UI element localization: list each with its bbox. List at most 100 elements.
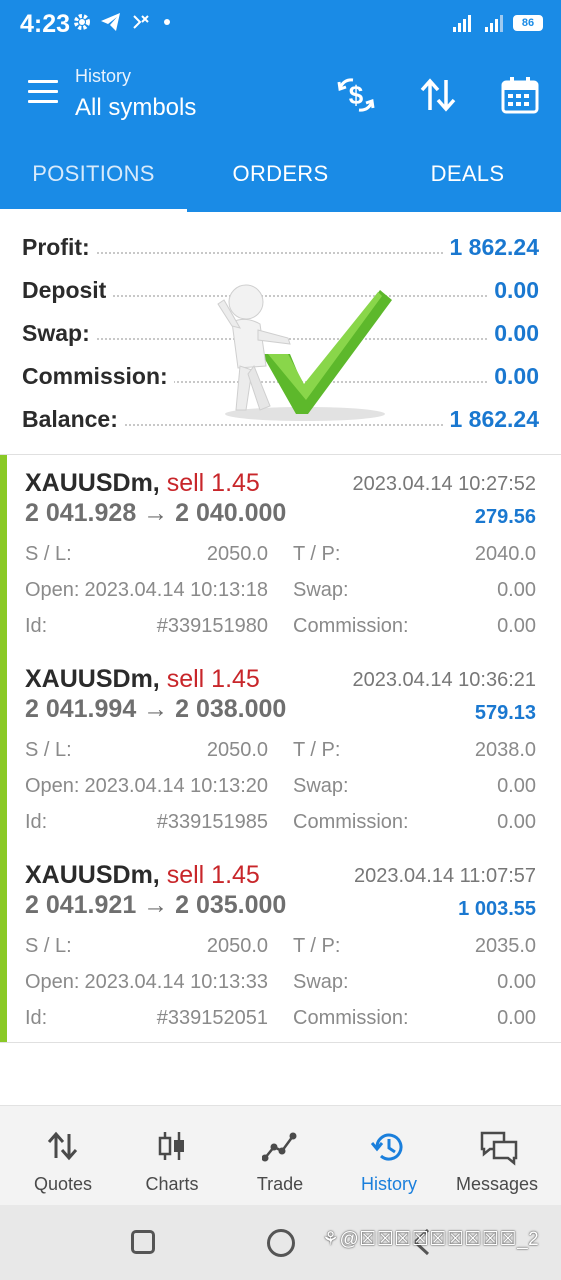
divider [0, 1042, 561, 1043]
position-item[interactable]: XAUUSDm, sell 1.45 2023.04.14 11:07:57 2… [0, 847, 561, 1043]
id-label: Id: [25, 1007, 48, 1029]
nav-history[interactable]: History [333, 1106, 445, 1206]
nav-label: Quotes [33, 1174, 93, 1194]
status-system-icons: 86 [451, 13, 543, 33]
position-close-time: 2023.04.14 10:36:21 [352, 669, 536, 691]
symbol-filter[interactable]: All symbols [75, 94, 196, 122]
position-indicator [0, 847, 7, 1043]
position-prices: 2 041.928 → 2 040.000 [25, 499, 287, 527]
nav-charts[interactable]: Charts [116, 1106, 228, 1206]
exness-icon [133, 15, 149, 29]
tab-positions[interactable]: POSITIONS [0, 136, 187, 212]
position-item[interactable]: XAUUSDm, sell 1.45 2023.04.14 10:27:52 2… [0, 455, 561, 651]
id-value: #339152051 [156, 1007, 268, 1029]
summary-value: 0.00 [488, 277, 539, 304]
app-bar: History All symbols $ [0, 50, 561, 136]
nav-label: History [360, 1174, 417, 1194]
swap-value: 0.00 [497, 971, 536, 993]
swap-label: Swap: [293, 775, 349, 797]
history-summary: Profit: 1 862.24 Deposit 0.00 Swap: 0.00… [0, 212, 561, 454]
currency-exchange-icon[interactable]: $ [336, 76, 376, 114]
swap-label: Swap: [293, 579, 349, 601]
open-label: Open: [25, 775, 80, 797]
page-subtitle: History [75, 66, 132, 86]
checkmark-mascot-image [217, 284, 392, 421]
open-label: Open: [25, 971, 80, 993]
summary-label: Balance: [22, 406, 124, 433]
bottom-navigation: Quotes Charts Trade History Messages [0, 1105, 561, 1205]
sl-label: S / L: [25, 739, 72, 761]
swap-label: Swap: [293, 971, 349, 993]
summary-label: Profit: [22, 234, 96, 261]
position-symbol: XAUUSDm, sell 1.45 [25, 665, 260, 693]
open-value: 2023.04.14 10:13:18 [84, 579, 268, 601]
sort-icon[interactable] [418, 76, 458, 114]
status-bar: 4:23 86 [0, 0, 561, 50]
nav-quotes[interactable]: Quotes [7, 1106, 119, 1206]
summary-label: Swap: [22, 320, 96, 347]
open-value: 2023.04.14 10:13:33 [84, 971, 268, 993]
position-indicator [0, 651, 7, 847]
menu-icon[interactable] [28, 80, 58, 104]
summary-label: Deposit [22, 277, 113, 304]
position-profit: 579.13 [474, 702, 536, 724]
open-label: Open: [25, 579, 80, 601]
open-value: 2023.04.14 10:13:20 [84, 775, 268, 797]
recent-apps-button[interactable] [131, 1230, 155, 1254]
sl-value: 2050.0 [206, 935, 268, 957]
position-close-time: 2023.04.14 10:27:52 [352, 473, 536, 495]
quotes-icon [47, 1131, 78, 1161]
tp-value: 2040.0 [474, 543, 536, 565]
tp-value: 2038.0 [474, 739, 536, 761]
position-side: sell 1.45 [166, 469, 260, 497]
tab-deals[interactable]: DEALS [374, 136, 561, 212]
nav-label: Trade [256, 1174, 304, 1194]
gear-icon [74, 14, 90, 30]
nav-trade[interactable]: Trade [224, 1106, 336, 1206]
svg-text:$: $ [349, 80, 364, 110]
history-tabs: POSITIONS ORDERS DEALS [0, 136, 561, 212]
sl-label: S / L: [25, 543, 72, 565]
nav-messages[interactable]: Messages [441, 1106, 553, 1206]
messages-icon [480, 1131, 518, 1166]
commission-label: Commission: [293, 615, 409, 637]
summary-value: 1 862.24 [443, 234, 539, 261]
summary-value: 0.00 [488, 320, 539, 347]
history-icon [371, 1133, 403, 1161]
id-value: #339151985 [156, 811, 268, 833]
trade-icon [262, 1132, 297, 1162]
position-prices: 2 041.921 → 2 035.000 [25, 891, 287, 919]
commission-value: 0.00 [497, 1007, 536, 1029]
position-symbol: XAUUSDm, sell 1.45 [25, 861, 260, 889]
summary-profit-row: Profit: 1 862.24 [22, 228, 539, 268]
signal-icon [485, 15, 503, 32]
status-time: 4:23 [20, 10, 71, 38]
sl-value: 2050.0 [206, 739, 268, 761]
summary-label: Commission: [22, 363, 174, 390]
home-button[interactable] [267, 1229, 295, 1257]
position-profit: 1 003.55 [458, 898, 536, 920]
watermark-text: ⚘@☒☒☒☒☒☒☒☒☒_2 [322, 1229, 540, 1250]
status-notification-icons [72, 12, 174, 32]
position-close-time: 2023.04.14 11:07:57 [353, 865, 536, 887]
nav-label: Charts [145, 1174, 199, 1194]
commission-value: 0.00 [497, 615, 536, 637]
position-side: sell 1.45 [166, 665, 260, 693]
tp-label: T / P: [293, 543, 341, 565]
tp-label: T / P: [293, 739, 341, 761]
id-value: #339151980 [156, 615, 268, 637]
commission-value: 0.00 [497, 811, 536, 833]
telegram-icon [101, 13, 120, 31]
system-navigation-bar: ⚘@☒☒☒☒☒☒☒☒☒_2 [0, 1205, 561, 1280]
id-label: Id: [25, 615, 48, 637]
position-indicator [0, 455, 7, 651]
position-item[interactable]: XAUUSDm, sell 1.45 2023.04.14 10:36:21 2… [0, 651, 561, 847]
dot-icon [164, 19, 170, 25]
commission-label: Commission: [293, 811, 409, 833]
calendar-icon[interactable] [500, 76, 540, 114]
position-side: sell 1.45 [166, 861, 260, 889]
id-label: Id: [25, 811, 48, 833]
summary-value: 0.00 [488, 363, 539, 390]
tab-orders[interactable]: ORDERS [187, 136, 374, 212]
position-profit: 279.56 [474, 506, 536, 528]
